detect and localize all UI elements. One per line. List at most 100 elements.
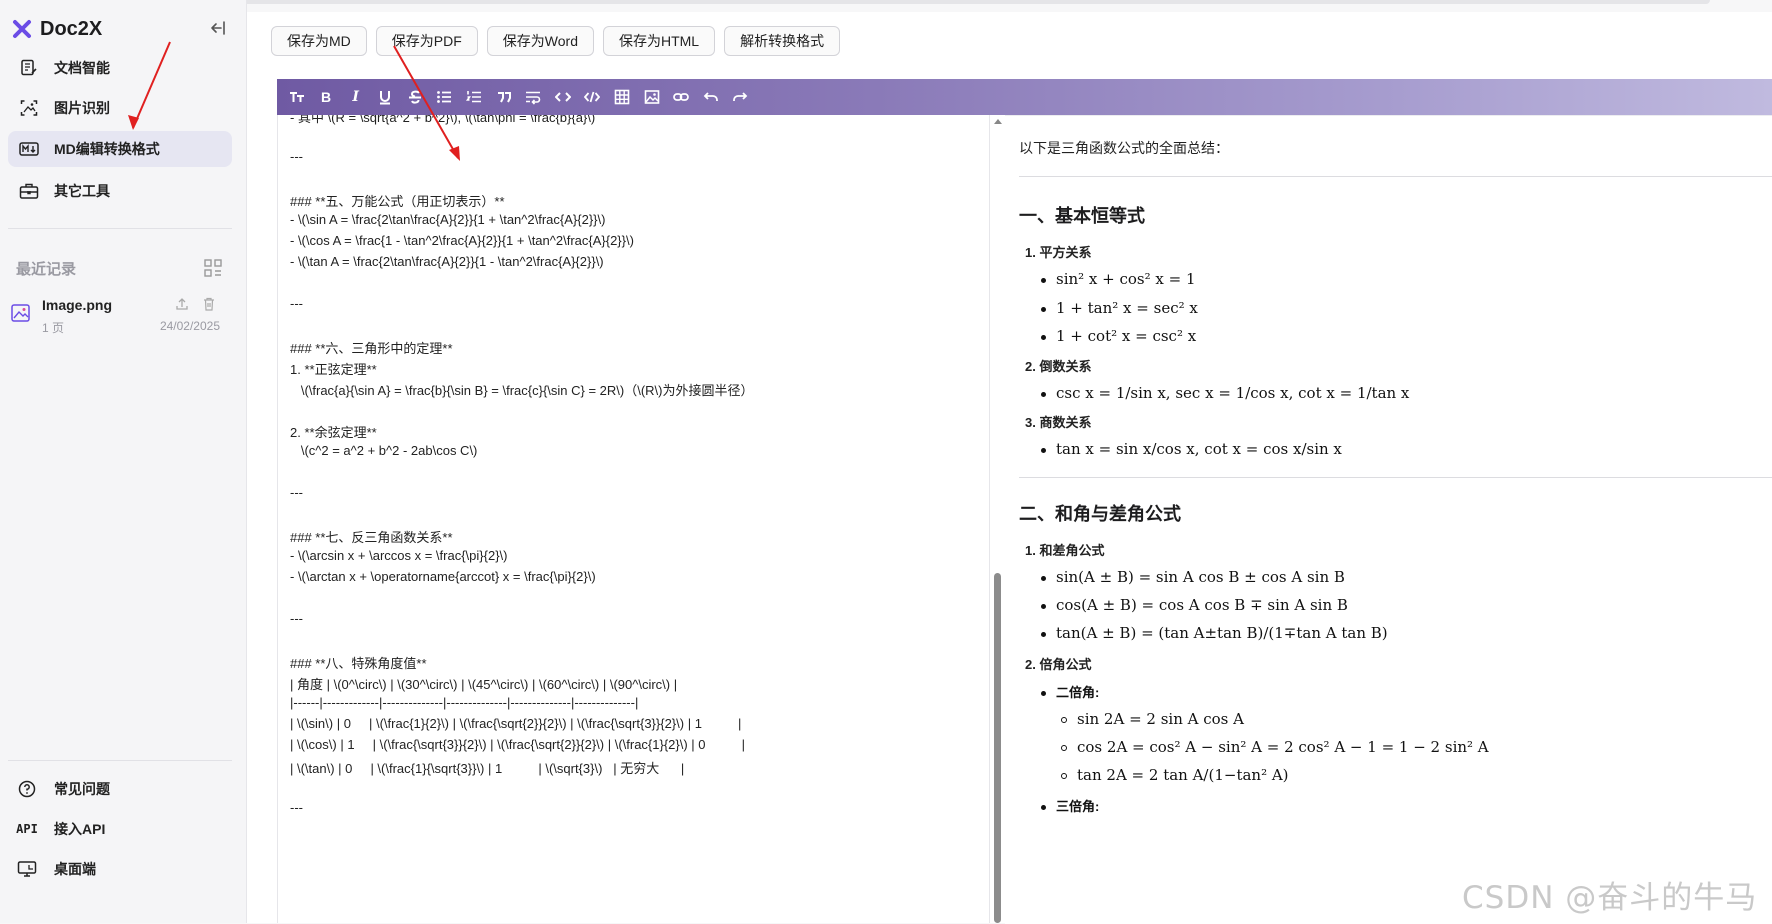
doc2x-logo-icon: [13, 20, 31, 38]
grid-view-icon[interactable]: [203, 258, 223, 278]
editor-line: ---: [290, 296, 303, 311]
top-scrollbar[interactable]: [150, 0, 1710, 4]
bullet: [1061, 745, 1067, 751]
collapse-sidebar-icon[interactable]: [208, 18, 228, 38]
api-icon: API: [16, 822, 38, 836]
save-pdf-button[interactable]: 保存为PDF: [375, 26, 478, 56]
document-edit-icon: [18, 57, 40, 79]
editor-line: \(c^2 = a^2 + b^2 - 2ab\cos C\): [290, 443, 478, 458]
nav-item-document-ai[interactable]: 文档智能: [8, 50, 232, 86]
editor-line: ### **五、万能公式（用正切表示）**: [290, 194, 505, 209]
markdown-editor[interactable]: - 其中 \(R = \sqrt{a^2 + b^2}\), \(\tan\ph…: [277, 115, 990, 923]
bullet: [1041, 306, 1046, 312]
underline-icon[interactable]: [376, 88, 395, 107]
nav-label: 其它工具: [54, 183, 110, 199]
save-html-button[interactable]: 保存为HTML: [602, 26, 716, 56]
formula-text: sin 2A = 2 sin A cos A: [1077, 710, 1244, 728]
editor-line: - \(\arcsin x + \arccos x = \frac{\pi}{2…: [290, 548, 508, 563]
api-link[interactable]: API 接入API: [8, 812, 232, 846]
code-icon[interactable]: [553, 88, 572, 107]
bullet: [1061, 773, 1067, 779]
save-md-button[interactable]: 保存为MD: [271, 26, 367, 56]
sidebar-divider: [8, 760, 232, 761]
undo-icon[interactable]: [701, 88, 720, 107]
nav-label: 图片识别: [54, 100, 110, 116]
bottom-label: 常见问题: [54, 781, 110, 797]
table-icon[interactable]: [613, 88, 632, 107]
save-word-button[interactable]: 保存为Word: [486, 26, 594, 56]
editor-line: ### **七、反三角函数关系**: [290, 530, 453, 545]
upload-icon[interactable]: [174, 296, 190, 312]
faq-link[interactable]: 常见问题: [8, 772, 232, 806]
bottom-label: 桌面端: [54, 861, 96, 877]
formula-text: tan(A ± B) = (tan A±tan B)/(1∓tan A tan …: [1056, 624, 1388, 642]
formula-text: sin² x + cos² x = 1: [1056, 270, 1196, 288]
preview-list-item: 三倍角:: [1041, 796, 1099, 815]
scroll-up-arrow-icon[interactable]: [994, 119, 1002, 124]
preview-list-item: 二倍角:: [1041, 682, 1099, 701]
bullet-list-icon[interactable]: [435, 88, 454, 107]
sidebar: Doc2X 文档智能 图片识别 MD编辑转换格式 其它工具 最近记录 Image…: [0, 0, 247, 923]
strikethrough-icon[interactable]: [405, 88, 424, 107]
italic-icon[interactable]: I: [346, 88, 365, 107]
code-block-icon[interactable]: [583, 88, 602, 107]
editor-line: ---: [290, 800, 303, 815]
editor-line: - \(\sin A = \frac{2\tan\frac{A}{2}}{1 +…: [290, 212, 606, 227]
editor-line: - \(\tan A = \frac{2\tan\frac{A}{2}}{1 -…: [290, 254, 604, 269]
ordered-list-icon[interactable]: [465, 88, 484, 107]
editor-scrollbar[interactable]: [992, 115, 1004, 923]
preview-formula: sin 2A = 2 sin A cos A: [1061, 710, 1244, 728]
formula-text: cos 2A = cos² A − sin² A = 2 cos² A − 1 …: [1077, 738, 1489, 756]
recent-records-title: 最近记录: [16, 261, 77, 278]
quote-icon[interactable]: [494, 88, 513, 107]
nav-item-other-tools[interactable]: 其它工具: [8, 173, 232, 209]
list-text: 二倍角:: [1056, 685, 1100, 700]
bullet: [1041, 603, 1046, 609]
brand-name: Doc2X: [40, 17, 103, 40]
formula-text: cos(A ± B) = cos A cos B ∓ sin A sin B: [1056, 596, 1348, 614]
preview-formula: sin(A ± B) = sin A cos B ± cos A sin B: [1041, 568, 1345, 586]
desktop-link[interactable]: 桌面端: [8, 852, 232, 886]
trash-icon[interactable]: [201, 296, 217, 312]
preview-formula: cos 2A = cos² A − sin² A = 2 cos² A − 1 …: [1061, 738, 1489, 756]
editor-line: ---: [290, 611, 303, 626]
nav-item-md-editor[interactable]: MD编辑转换格式: [8, 131, 232, 167]
editor-line: | 角度 | \(0^\circ\) | \(30^\circ\) | \(45…: [290, 677, 678, 692]
editor-line: | \(\tan\) | 0 | \(\frac{1}{\sqrt{3}}\) …: [290, 761, 685, 776]
formula-text: 1 + cot² x = csc² x: [1056, 327, 1197, 345]
markdown-icon: [18, 138, 40, 160]
editor-line: - \(\cos A = \frac{1 - \tan^2\frac{A}{2}…: [290, 233, 634, 248]
formula-text: csc x = 1/sin x, sec x = 1/cos x, cot x …: [1056, 384, 1410, 402]
image-icon[interactable]: [642, 88, 661, 107]
editor-line: \(\frac{a}{\sin A} = \frac{b}{\sin B} = …: [290, 383, 754, 398]
nav-item-image-recognition[interactable]: 图片识别: [8, 90, 232, 126]
bullet: [1061, 717, 1067, 723]
record-pages: 1 页: [42, 321, 65, 335]
bold-icon[interactable]: B: [317, 88, 336, 107]
link-icon[interactable]: [672, 88, 691, 107]
editor-line: 2. **余弦定理**: [290, 425, 377, 440]
brand[interactable]: Doc2X: [12, 16, 102, 42]
preview-subheading: 2. 倍角公式: [1025, 657, 1092, 672]
editor-line: |------|-------------|--------------|---…: [290, 695, 639, 710]
editor-line: ---: [290, 485, 303, 500]
scroll-thumb[interactable]: [994, 573, 1001, 923]
redo-icon[interactable]: [731, 88, 750, 107]
editor-line: | \(\cos\) | 1 | \(\frac{\sqrt{3}}{2}\) …: [290, 737, 746, 752]
editor-line: | \(\sin\) | 0 | \(\frac{1}{2}\) | \(\fr…: [290, 716, 742, 731]
wrap-icon[interactable]: [524, 88, 543, 107]
image-file-icon: [11, 304, 30, 322]
preview-formula: 1 + cot² x = csc² x: [1041, 327, 1196, 345]
parse-convert-button[interactable]: 解析转换格式: [724, 26, 841, 56]
nav-label: 文档智能: [54, 60, 110, 76]
heading-icon[interactable]: [287, 88, 306, 107]
recent-record-item[interactable]: Image.png 1 页 24/02/2025: [8, 288, 232, 340]
sidebar-divider: [8, 228, 232, 229]
bullet: [1041, 575, 1046, 581]
editor-toolbar: B I: [277, 79, 1772, 115]
top-strip: [0, 0, 1772, 10]
preview-divider: [1019, 477, 1772, 478]
editor-line: ---: [290, 149, 303, 164]
preview-formula: tan 2A = 2 tan A/(1−tan² A): [1061, 766, 1289, 784]
preview-formula: tan x = sin x/cos x, cot x = cos x/sin x: [1041, 440, 1342, 458]
